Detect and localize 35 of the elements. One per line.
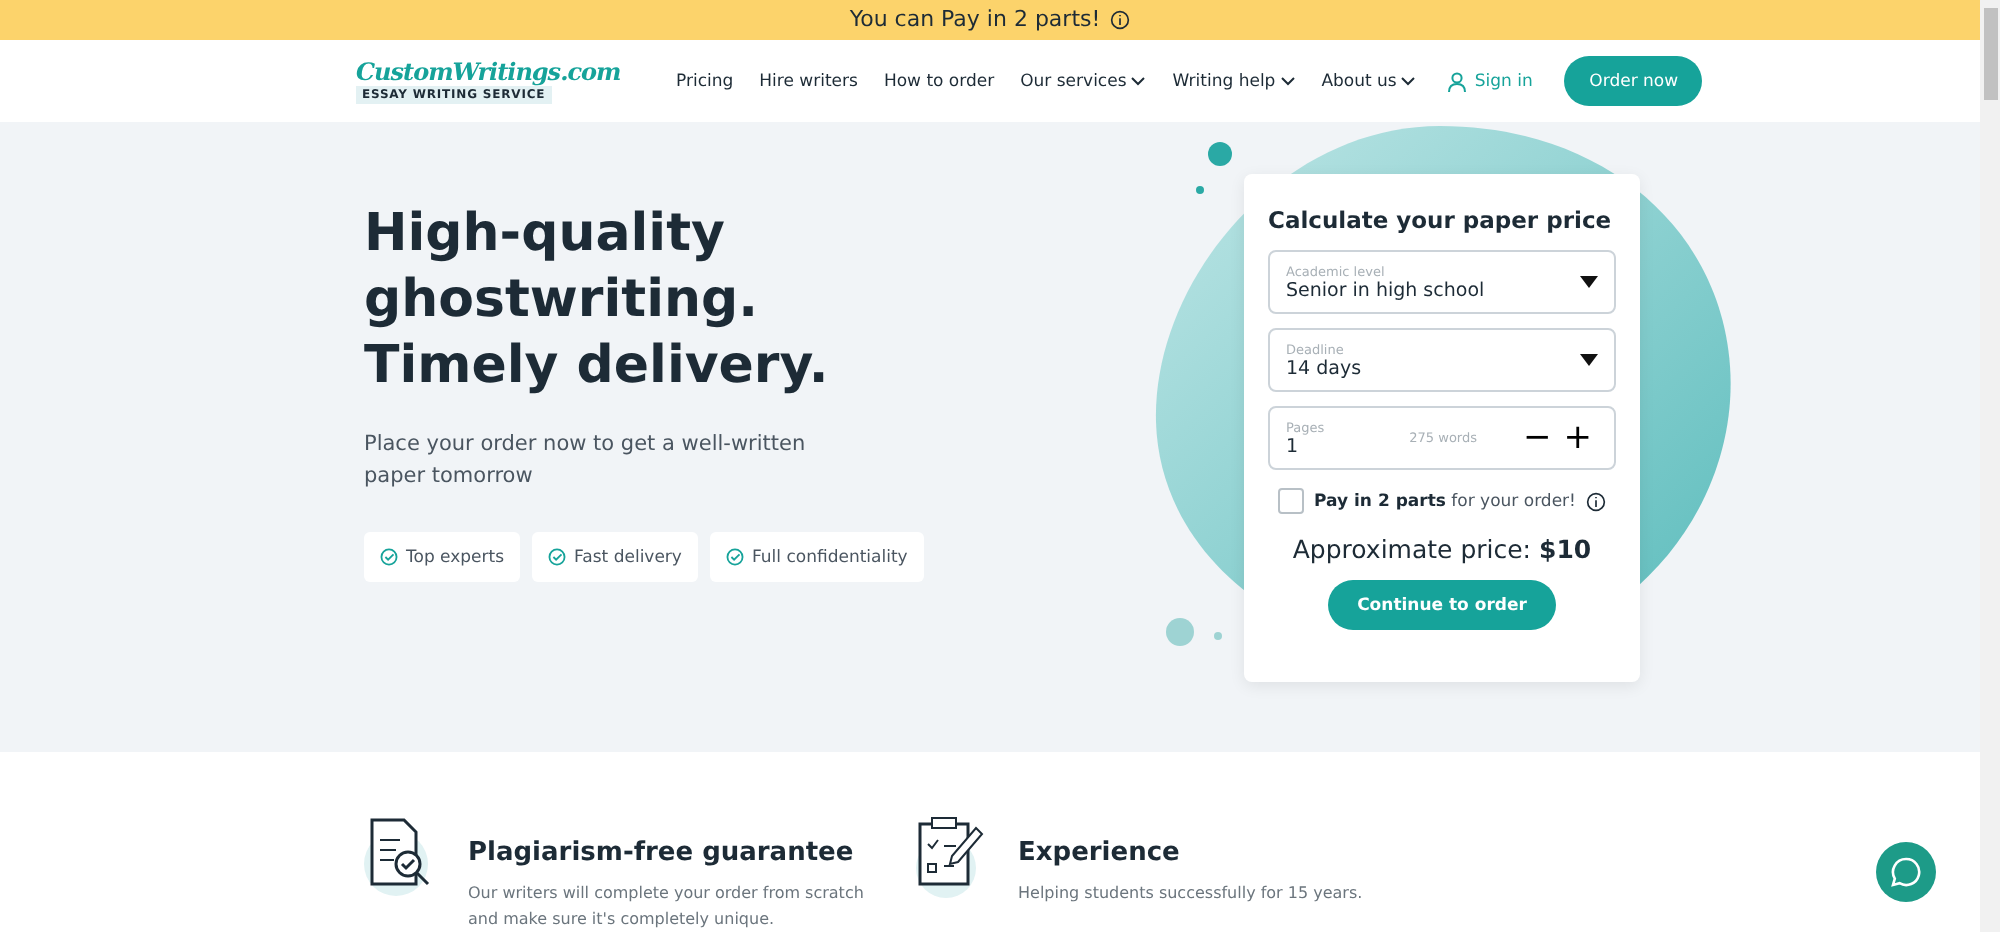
nav-link[interactable]: Pricing [676,71,734,92]
nav-link[interactable]: Our services [1020,71,1147,92]
feature-text: Top experts [406,547,505,568]
benefit-title: Plagiarism-free guarantee [468,838,856,869]
calculator-title: Calculate your paper price [1268,206,1612,235]
feature-text: Full confidentiality [751,547,908,568]
check-circle-icon [380,548,398,567]
info-icon [1110,9,1131,30]
price-value: $10 [1539,534,1592,565]
check-circle-icon [725,548,744,567]
scrollbar-thumb[interactable] [1983,8,1997,100]
nav-link[interactable]: About us [1321,71,1417,92]
pay-in-parts-checkbox[interactable] [1278,488,1305,515]
hero-subtitle: Place your order now to get a well-written paper tomorrow [364,430,808,493]
user-icon [1448,71,1467,92]
increase-button[interactable]: + [1557,421,1598,456]
chat-bubble-icon [1890,856,1922,889]
nav-link[interactable]: How to order [883,71,995,92]
decrease-button[interactable]: − [1517,421,1558,456]
feature-text: Fast delivery [574,547,682,568]
hero-title: High-quality ghostwriting. Timely delivery. [364,202,831,401]
nav-link[interactable]: Writing help [1172,71,1296,92]
chat-button[interactable] [1876,842,1936,903]
benefit-text: Our writers will complete your order from scratch and make sure it's completely unique. [468,882,866,932]
check-circle-icon [548,548,567,567]
benefit-title: Experience [1018,838,1182,869]
price-label: Approximate price: [1292,534,1532,565]
dropdown-arrow-icon [1580,354,1598,367]
benefit-text: Helping students successfully for 15 years. [1018,882,1365,907]
clipboard-pencil-icon [910,812,986,901]
nav-link[interactable]: Hire writers [759,71,858,92]
dropdown-arrow-icon [1580,276,1598,289]
promo-text: You can Pay in 2 parts! [849,6,1101,33]
pay-in-parts-label: Pay in 2 parts for your order! [1314,491,1576,512]
info-icon [1585,491,1606,512]
